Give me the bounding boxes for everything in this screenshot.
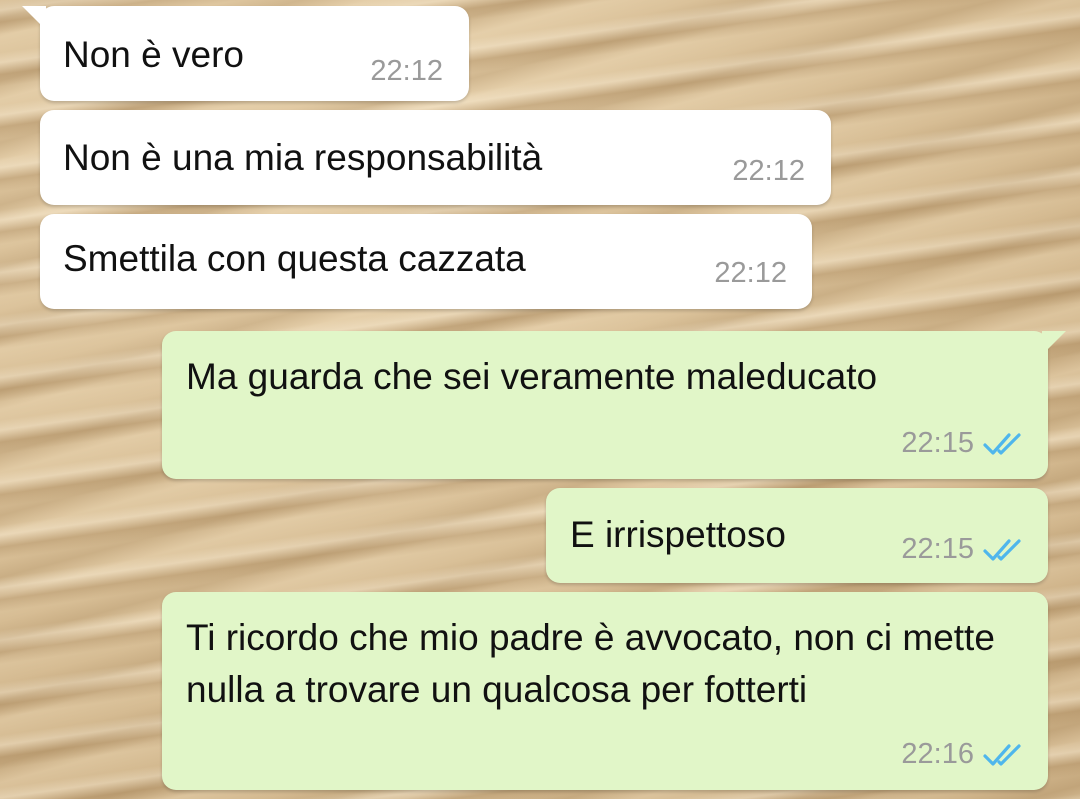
message-text: Non è vero [63, 34, 244, 75]
message-meta: 22:16 [901, 738, 1024, 771]
message-meta: 22:12 [370, 55, 443, 88]
message-time: 22:12 [732, 155, 805, 187]
message-time: 22:12 [714, 257, 787, 289]
message-bubble-incoming[interactable]: Smettila con questa cazzata 22:12 [40, 214, 812, 309]
message-bubble-outgoing[interactable]: Ti ricordo che mio padre è avvocato, non… [162, 592, 1048, 790]
message-text: Smettila con questa cazzata [63, 238, 526, 279]
double-check-icon [982, 742, 1024, 768]
message-meta: 22:12 [714, 257, 787, 290]
message-bubble-outgoing[interactable]: Ma guarda che sei veramente maleducato 2… [162, 331, 1066, 479]
double-check-icon [982, 537, 1024, 563]
message-bubble-outgoing[interactable]: E irrispettoso 22:15 [546, 488, 1048, 583]
message-meta: 22:15 [901, 427, 1024, 460]
message-bubble-incoming[interactable]: Non è una mia responsabilità 22:12 [40, 110, 831, 205]
message-time: 22:12 [370, 55, 443, 87]
message-bubble-incoming[interactable]: Non è vero 22:12 [22, 6, 469, 101]
chat-area[interactable]: Non è vero 22:12 Non è una mia responsab… [0, 0, 1080, 799]
message-time: 22:15 [901, 533, 974, 565]
message-meta: 22:12 [732, 155, 805, 188]
message-text: E irrispettoso [570, 514, 786, 555]
double-check-icon [982, 431, 1024, 457]
message-time: 22:16 [901, 738, 974, 770]
message-text: Ma guarda che sei veramente maleducato [186, 356, 878, 397]
bubble-tail [1042, 331, 1066, 355]
bubble-tail [22, 6, 46, 30]
message-meta: 22:15 [901, 533, 1024, 566]
message-text: Non è una mia responsabilità [63, 137, 543, 178]
message-text: Ti ricordo che mio padre è avvocato, non… [186, 617, 995, 710]
message-time: 22:15 [901, 427, 974, 459]
